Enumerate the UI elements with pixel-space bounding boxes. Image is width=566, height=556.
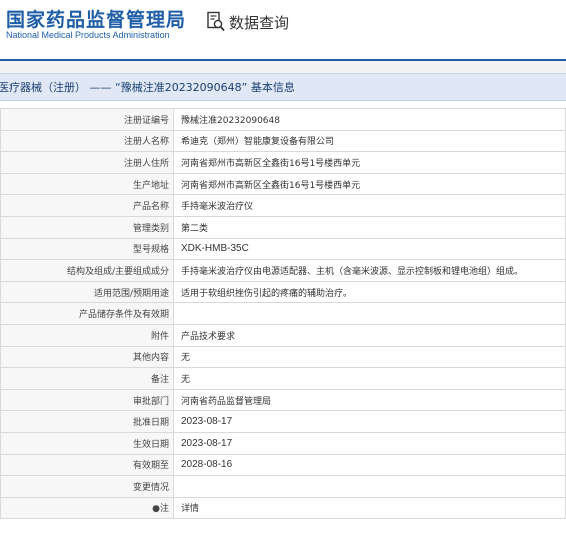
- field-value: 无: [173, 367, 566, 390]
- field-label: 生产地址: [0, 172, 174, 196]
- field-value: 手持毫米波治疗仪: [173, 194, 566, 217]
- field-label: 产品名称: [0, 194, 174, 217]
- record-title-bar: 医疗器械（注册） —— “豫械注准20232090648” 基本信息: [0, 73, 566, 101]
- field-label: 型号规格: [0, 237, 174, 261]
- field-value: 适用于软组织挫伤引起的疼痛的辅助治疗。: [173, 280, 566, 304]
- field-label: 生效日期: [0, 431, 174, 455]
- record-detail-table: 注册证编号 豫械注准20232090648 注册人名称 希迪克（郑州）智能康复设备有限…: [0, 108, 566, 520]
- field-value: [173, 302, 566, 325]
- table-row: 产品储存条件及有效期: [0, 302, 566, 325]
- field-label: 批准日期: [0, 410, 174, 433]
- field-value: 第二类: [173, 215, 566, 239]
- field-value: 豫械注准20232090648: [173, 108, 566, 131]
- table-row: 生产地址 河南省郑州市高新区全鑫街16号1号楼西单元: [0, 172, 566, 196]
- table-row: 附件 产品技术要求: [0, 323, 566, 347]
- details-link[interactable]: 详情: [173, 496, 566, 520]
- table-row: 管理类别 第二类: [0, 215, 566, 239]
- table-row: 有效期至 2028-08-16: [0, 453, 566, 477]
- field-value: 2028-08-16: [173, 453, 566, 477]
- header-gap: [0, 61, 566, 73]
- table-row: 变更情况: [0, 475, 566, 498]
- site-header: 国家药品监督管理局 National Medical Products Admi…: [0, 0, 566, 60]
- table-row: 批准日期 2023-08-17: [0, 410, 566, 433]
- data-query-label: 数据查询: [229, 13, 290, 32]
- table-row: 备注无: [0, 367, 566, 390]
- table-row: 注册证编号 豫械注准20232090648: [0, 108, 566, 131]
- field-label: 适用范围/预期用途: [0, 280, 174, 304]
- search-document-icon: [207, 11, 225, 32]
- table-row: 注册人住所 河南省郑州市高新区全鑫街16号1号楼西单元: [0, 151, 566, 174]
- table-row: 生效日期 2023-08-17: [0, 431, 566, 455]
- field-value: [173, 475, 566, 498]
- field-value: 2023-08-17: [173, 431, 566, 455]
- field-label: 变更情况: [0, 475, 174, 498]
- field-value: 2023-08-17: [173, 410, 566, 433]
- field-value: 无: [173, 345, 566, 369]
- field-label: 注册证编号: [0, 108, 174, 131]
- field-value: XDK-HMB-35C: [173, 237, 566, 261]
- data-query-link[interactable]: 数据查询: [206, 10, 289, 34]
- field-label: 注册人名称: [0, 129, 174, 153]
- table-row: 适用范围/预期用途 适用于软组织挫伤引起的疼痛的辅助治疗。: [0, 280, 566, 304]
- field-label: 备注: [0, 367, 174, 390]
- table-row: 审批部门 河南省药品监督管理局: [0, 388, 566, 412]
- field-value: 河南省郑州市高新区全鑫街16号1号楼西单元: [173, 151, 566, 174]
- field-label: ●注: [0, 496, 174, 520]
- field-label: 结构及组成/主要组成成分: [0, 259, 174, 282]
- field-value: 河南省郑州市高新区全鑫街16号1号楼西单元: [173, 172, 566, 196]
- field-value: 产品技术要求: [173, 323, 566, 347]
- field-label: 管理类别: [0, 215, 174, 239]
- table-row: 型号规格 XDK-HMB-35C: [0, 237, 566, 261]
- field-label: 注册人住所: [0, 151, 174, 174]
- field-label: 附件: [0, 323, 174, 347]
- site-logo-chinese[interactable]: 国家药品监督管理局: [6, 5, 186, 32]
- field-label: 其他内容: [0, 345, 174, 369]
- table-row: 产品名称 手持毫米波治疗仪: [0, 194, 566, 217]
- field-label: 有效期至: [0, 453, 174, 477]
- field-value: 河南省药品监督管理局: [173, 388, 566, 412]
- field-value: 手持毫米波治疗仪由电源适配器、主机（含毫米波源、显示控制板和锂电池组）组成。: [173, 259, 566, 282]
- table-row: 其他内容无: [0, 345, 566, 369]
- record-title: 医疗器械（注册） —— “豫械注准20232090648” 基本信息: [0, 81, 295, 94]
- table-row: 注册人名称 希迪克（郑州）智能康复设备有限公司: [0, 129, 566, 153]
- field-label: 产品储存条件及有效期: [0, 302, 174, 325]
- site-logo-english[interactable]: National Medical Products Administration: [6, 30, 170, 40]
- field-label: 审批部门: [0, 388, 174, 412]
- table-row: 结构及组成/主要组成成分 手持毫米波治疗仪由电源适配器、主机（含毫米波源、显示控制…: [0, 259, 566, 282]
- field-value: 希迪克（郑州）智能康复设备有限公司: [173, 129, 566, 153]
- table-row: ●注 详情: [0, 496, 566, 520]
